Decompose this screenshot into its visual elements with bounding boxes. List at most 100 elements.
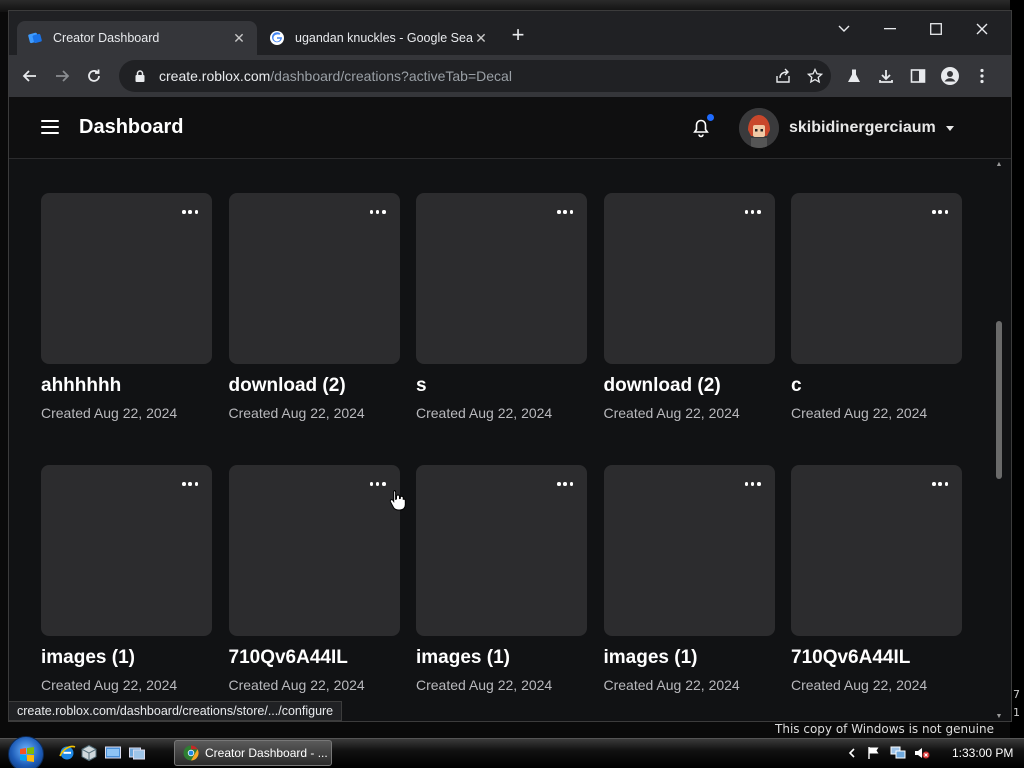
creation-card[interactable]: c Created Aug 22, 2024 <box>791 193 962 465</box>
creation-date: Created Aug 22, 2024 <box>228 405 365 421</box>
creation-thumbnail[interactable] <box>228 465 400 636</box>
labs-flask-icon[interactable] <box>841 63 867 89</box>
tab-title: ugandan knuckles - Google Sear <box>295 31 473 45</box>
creation-date: Created Aug 22, 2024 <box>603 405 740 421</box>
tab-title: Creator Dashboard <box>53 31 160 45</box>
google-icon <box>270 31 284 45</box>
profile-icon[interactable] <box>937 63 963 89</box>
more-options-icon[interactable] <box>557 479 573 489</box>
arrow-left-icon <box>22 70 36 82</box>
close-tab-icon[interactable]: ✕ <box>231 30 247 46</box>
show-desktop-icon[interactable] <box>104 744 122 762</box>
close-window-button[interactable] <box>959 15 1005 43</box>
url-host: create.roblox.com <box>159 68 271 84</box>
creation-thumbnail[interactable] <box>603 193 775 364</box>
scroll-up-arrow-icon[interactable]: ▲ <box>995 161 1003 169</box>
creation-card[interactable]: 710Qv6A44IL Created Aug 22, 2024 <box>791 465 962 721</box>
notification-dot <box>707 114 714 121</box>
more-options-icon[interactable] <box>369 207 386 217</box>
creation-name[interactable]: 710Qv6A44IL <box>229 647 400 669</box>
creation-date: Created Aug 22, 2024 <box>603 677 740 693</box>
creation-date: Created Aug 22, 2024 <box>791 405 928 421</box>
forward-button[interactable] <box>49 63 75 89</box>
creation-name[interactable]: ahhhhhh <box>41 375 212 397</box>
menu-kebab-icon[interactable] <box>969 63 995 89</box>
switch-windows-icon[interactable] <box>128 744 146 762</box>
creation-thumbnail[interactable] <box>791 465 962 636</box>
minimize-button[interactable] <box>867 15 913 43</box>
tab-search-icon[interactable] <box>821 15 867 43</box>
hamburger-menu-icon[interactable] <box>41 120 59 136</box>
download-icon[interactable] <box>873 63 899 89</box>
creation-thumbnail[interactable] <box>791 193 962 364</box>
internet-explorer-icon[interactable] <box>58 744 76 762</box>
creation-card[interactable]: 710Qv6A44IL Created Aug 22, 2024 <box>228 465 400 721</box>
creation-name[interactable]: images (1) <box>41 647 212 669</box>
avatar[interactable] <box>739 108 779 148</box>
creation-card[interactable]: download (2) Created Aug 22, 2024 <box>228 193 400 465</box>
network-icon[interactable] <box>890 745 906 761</box>
creation-name[interactable]: 710Qv6A44IL <box>791 647 962 669</box>
creation-card[interactable]: images (1) Created Aug 22, 2024 <box>416 465 587 721</box>
address-bar[interactable]: create.roblox.com/dashboard/creations?ac… <box>119 60 831 92</box>
side-panel-icon[interactable] <box>905 63 931 89</box>
creation-thumbnail[interactable] <box>228 193 400 364</box>
more-options-icon[interactable] <box>744 479 761 489</box>
browser-window: Creator Dashboard ✕ ugandan knuckles - G… <box>8 10 1012 722</box>
roblox-studio-cube-icon[interactable] <box>80 744 98 762</box>
close-tab-icon[interactable]: ✕ <box>473 30 489 46</box>
more-options-icon[interactable] <box>182 207 198 217</box>
lock-icon <box>135 70 145 82</box>
browser-toolbar: create.roblox.com/dashboard/creations?ac… <box>9 55 1011 97</box>
more-options-icon[interactable] <box>744 207 761 217</box>
share-icon[interactable] <box>771 64 795 88</box>
more-options-icon[interactable] <box>932 207 948 217</box>
creation-thumbnail[interactable] <box>603 465 775 636</box>
maximize-button[interactable] <box>913 15 959 43</box>
creation-thumbnail[interactable] <box>416 193 587 364</box>
more-options-icon[interactable] <box>182 479 198 489</box>
taskbar-clock[interactable]: 1:33:00 PM <box>952 746 1013 760</box>
creation-name[interactable]: images (1) <box>416 647 587 669</box>
creation-thumbnail[interactable] <box>41 465 212 636</box>
creation-name[interactable]: c <box>791 375 962 397</box>
desktop-edge-text: 7 <box>1013 688 1020 701</box>
tab-google-search[interactable]: ugandan knuckles - Google Sear ✕ <box>259 21 499 55</box>
taskbar-chrome-button[interactable]: Creator Dashboard - ... <box>174 740 332 766</box>
creation-card[interactable]: s Created Aug 22, 2024 <box>416 193 587 465</box>
arrow-right-icon <box>56 70 70 82</box>
creation-card[interactable]: ahhhhhh Created Aug 22, 2024 <box>41 193 212 465</box>
creation-name[interactable]: s <box>416 375 587 397</box>
username-label[interactable]: skibidinergerciaum <box>789 119 936 137</box>
creation-thumbnail[interactable] <box>416 465 587 636</box>
creation-card[interactable]: download (2) Created Aug 22, 2024 <box>603 193 775 465</box>
volume-muted-icon[interactable] <box>914 745 930 761</box>
more-options-icon[interactable] <box>369 479 386 489</box>
notification-bell-icon[interactable] <box>691 118 711 138</box>
vertical-scrollbar[interactable]: ▲ ▼ <box>995 159 1003 721</box>
chevron-down-icon[interactable] <box>946 126 954 131</box>
back-button[interactable] <box>17 63 43 89</box>
creation-name[interactable]: download (2) <box>229 375 400 397</box>
chrome-icon <box>183 745 199 761</box>
url-text[interactable]: create.roblox.com/dashboard/creations?ac… <box>159 68 512 84</box>
start-button[interactable] <box>8 736 44 768</box>
more-options-icon[interactable] <box>932 479 948 489</box>
tab-creator-dashboard[interactable]: Creator Dashboard ✕ <box>17 21 257 55</box>
creation-name[interactable]: images (1) <box>604 647 775 669</box>
bookmark-star-icon[interactable] <box>803 64 827 88</box>
dashboard-header: Dashboard skibidinergerciaum <box>9 97 1011 159</box>
more-options-icon[interactable] <box>557 207 573 217</box>
new-tab-button[interactable]: + <box>507 24 529 47</box>
creation-card[interactable]: images (1) Created Aug 22, 2024 <box>603 465 775 721</box>
show-hidden-icons-chevron-icon[interactable] <box>844 745 860 761</box>
scroll-down-arrow-icon[interactable]: ▼ <box>995 713 1003 721</box>
reload-button[interactable] <box>81 63 107 89</box>
creation-name[interactable]: download (2) <box>604 375 775 397</box>
creation-card[interactable]: images (1) Created Aug 22, 2024 <box>41 465 212 721</box>
scrollbar-thumb[interactable] <box>996 321 1002 479</box>
action-center-flag-icon[interactable] <box>866 745 882 761</box>
windows-logo-icon <box>20 747 34 762</box>
creation-date: Created Aug 22, 2024 <box>41 677 178 693</box>
creation-thumbnail[interactable] <box>41 193 212 364</box>
